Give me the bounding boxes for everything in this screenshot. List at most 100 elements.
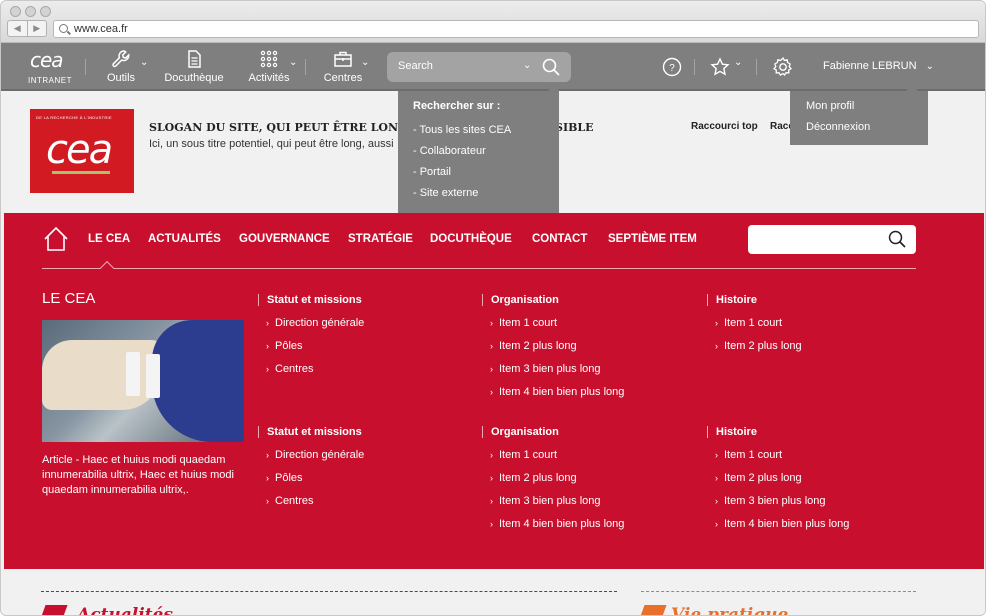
wrench-icon — [112, 50, 130, 68]
cea-logo-bar — [52, 171, 110, 174]
user-name: Fabienne LEBRUN — [823, 60, 917, 72]
section-title-vie-pratique[interactable]: Vie pratique — [671, 605, 788, 615]
photo-glove — [152, 320, 244, 442]
nav-link-actualites[interactable]: ACTUALITÉS — [148, 233, 221, 245]
chevron-right-icon: › — [715, 519, 718, 529]
user-dropdown: Mon profil Déconnexion — [790, 85, 928, 145]
chevron-right-icon: › — [490, 496, 493, 506]
menu-item[interactable]: › Pôles — [266, 340, 303, 352]
section-divider — [641, 591, 916, 592]
search-scope-option[interactable]: - Collaborateur — [413, 145, 486, 157]
address-bar[interactable]: www.cea.fr — [53, 20, 979, 38]
menu-item[interactable]: › Item 2 plus long — [715, 340, 802, 352]
menu-item[interactable]: › Item 1 court — [490, 317, 557, 329]
menu-item[interactable]: › Direction générale — [266, 449, 364, 461]
toolbar-docutheque[interactable]: Docuthèque — [163, 49, 225, 84]
menu-item[interactable]: › Item 3 bien plus long — [715, 495, 826, 507]
chevron-right-icon: › — [490, 519, 493, 529]
site-subtitle: Ici, un sous titre potentiel, qui peut ê… — [149, 138, 394, 150]
chevron-right-icon: › — [490, 341, 493, 351]
briefcase-icon — [334, 51, 352, 67]
search-scope-option[interactable]: - Tous les sites CEA — [413, 124, 511, 136]
menu-heading[interactable]: Histoire — [707, 426, 757, 438]
back-icon[interactable]: ◀ — [8, 21, 27, 36]
nav-link-septieme-item[interactable]: SEPTIÈME ITEM — [608, 233, 697, 245]
menu-item[interactable]: › Item 2 plus long — [490, 472, 577, 484]
intranet-search-input[interactable]: Search — [398, 60, 433, 72]
search-scope-option[interactable]: - Portail — [413, 166, 451, 178]
menu-item[interactable]: › Item 4 bien bien plus long — [490, 518, 624, 530]
menu-heading[interactable]: Organisation — [482, 294, 559, 306]
mega-menu-title: LE CEA — [42, 290, 96, 307]
menu-item[interactable]: › Item 1 court — [490, 449, 557, 461]
help-icon[interactable]: ? — [662, 57, 682, 77]
chevron-right-icon: › — [266, 341, 269, 351]
menu-item[interactable]: › Direction générale — [266, 317, 364, 329]
chevron-right-icon: › — [715, 473, 718, 483]
menu-item[interactable]: › Pôles — [266, 472, 303, 484]
window-close-button[interactable] — [10, 6, 21, 17]
menu-item[interactable]: › Item 1 court — [715, 317, 782, 329]
shortcut-link[interactable]: Raccourci top — [691, 121, 758, 132]
star-icon[interactable] — [710, 57, 730, 77]
photo-test-strip — [146, 354, 160, 398]
menu-item[interactable]: › Item 2 plus long — [490, 340, 577, 352]
cea-logo[interactable]: DE LA RECHERCHE À L'INDUSTRIE cea — [30, 109, 134, 193]
nav-link-le-cea[interactable]: LE CEA — [88, 233, 130, 245]
cea-logo-tagline: DE LA RECHERCHE À L'INDUSTRIE — [36, 115, 112, 120]
intranet-search[interactable]: Search ⌄ — [387, 52, 571, 82]
search-icon[interactable] — [888, 230, 906, 248]
article-teaser[interactable]: Article - Haec et huius modi quaedam inn… — [42, 453, 247, 498]
chevron-right-icon: › — [715, 450, 718, 460]
menu-item[interactable]: › Item 4 bien bien plus long — [715, 518, 849, 530]
menu-item[interactable]: › Centres — [266, 495, 314, 507]
user-menu[interactable]: Fabienne LEBRUN ⌄ — [823, 60, 934, 72]
chevron-right-icon: › — [715, 496, 718, 506]
search-icon — [59, 24, 68, 33]
menu-heading[interactable]: Statut et missions — [258, 426, 362, 438]
toolbar-divider — [756, 59, 757, 75]
menu-heading[interactable]: Statut et missions — [258, 294, 362, 306]
menu-item[interactable]: › Item 4 bien bien plus long — [490, 386, 624, 398]
home-icon[interactable] — [43, 226, 69, 252]
chevron-down-icon[interactable]: ⌄ — [140, 57, 148, 68]
window-maximize-button[interactable] — [40, 6, 51, 17]
menu-heading[interactable]: Histoire — [707, 294, 757, 306]
chevron-right-icon: › — [490, 318, 493, 328]
section-marker — [639, 605, 667, 615]
search-scope-option[interactable]: - Site externe — [413, 187, 478, 199]
search-icon[interactable] — [542, 58, 560, 76]
toolbar-divider — [305, 59, 306, 75]
menu-item[interactable]: › Item 3 bien plus long — [490, 495, 601, 507]
user-menu-logout[interactable]: Déconnexion — [806, 121, 870, 133]
menu-item[interactable]: › Item 2 plus long — [715, 472, 802, 484]
section-divider — [41, 591, 617, 592]
intranet-logo[interactable]: cea INTRANET — [26, 48, 76, 86]
article-photo[interactable] — [42, 320, 244, 442]
menu-item[interactable]: › Item 1 court — [715, 449, 782, 461]
toolbar-activites[interactable]: Activités — [246, 49, 292, 84]
chevron-down-icon[interactable]: ⌄ — [361, 57, 369, 68]
window-minimize-button[interactable] — [25, 6, 36, 17]
nav-search-field[interactable] — [748, 225, 916, 254]
menu-item[interactable]: › Centres — [266, 363, 314, 375]
search-scope-dropdown: Rechercher sur : - Tous les sites CEA - … — [398, 85, 560, 213]
toolbar-centres[interactable]: Centres — [321, 49, 365, 84]
chevron-right-icon: › — [490, 450, 493, 460]
toolbar-outils[interactable]: Outils — [103, 49, 139, 84]
chevron-down-icon[interactable]: ⌄ — [289, 57, 297, 68]
user-menu-profile[interactable]: Mon profil — [806, 100, 854, 112]
nav-link-strategie[interactable]: STRATÉGIE — [348, 233, 413, 245]
chevron-down-icon[interactable]: ⌄ — [523, 60, 531, 71]
gear-icon[interactable] — [772, 56, 794, 78]
nav-link-contact[interactable]: CONTACT — [532, 233, 587, 245]
nav-link-gouvernance[interactable]: GOUVERNANCE — [239, 233, 330, 245]
forward-icon[interactable]: ▶ — [26, 21, 47, 36]
chevron-right-icon: › — [715, 318, 718, 328]
svg-text:?: ? — [669, 63, 675, 74]
menu-heading[interactable]: Organisation — [482, 426, 559, 438]
menu-item[interactable]: › Item 3 bien plus long — [490, 363, 601, 375]
chevron-down-icon[interactable]: ⌄ — [734, 57, 742, 68]
section-title-actualites[interactable]: Actualités — [77, 605, 173, 615]
nav-link-docutheque[interactable]: DOCUTHÈQUE — [430, 233, 512, 245]
